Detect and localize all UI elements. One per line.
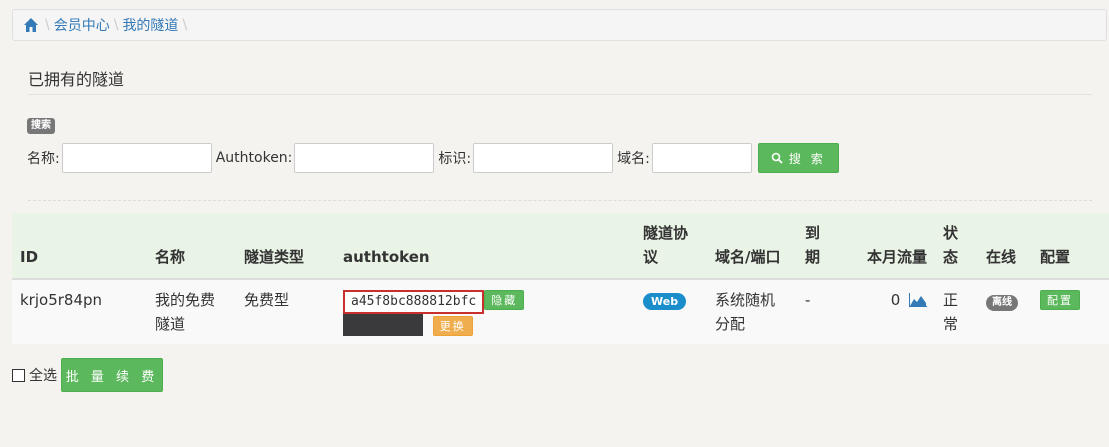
col-id: ID xyxy=(12,213,147,280)
col-config: 配置 xyxy=(1032,213,1109,280)
tunnel-domain: 系统随机分配 xyxy=(707,279,797,344)
col-type: 隧道类型 xyxy=(236,213,335,280)
breadcrumb-member-center[interactable]: 会员中心 xyxy=(54,15,110,35)
search-button[interactable]: 搜 索 xyxy=(757,143,839,173)
col-domain: 域名/端口 xyxy=(707,213,797,280)
protocol-cell: Web xyxy=(635,279,707,344)
breadcrumb-my-tunnels[interactable]: 我的隧道 xyxy=(122,15,178,35)
breadcrumb: \ 会员中心 \ 我的隧道 \ xyxy=(12,9,1107,41)
name-input[interactable] xyxy=(61,143,212,173)
change-token-button[interactable]: 更换 xyxy=(432,316,473,336)
breadcrumb-separator: \ xyxy=(182,17,188,33)
home-icon[interactable] xyxy=(23,17,41,33)
domain-input[interactable] xyxy=(651,143,752,173)
col-status: 状态 xyxy=(935,213,979,280)
breadcrumb-separator: \ xyxy=(113,17,119,33)
divider xyxy=(28,94,1092,95)
tunnel-type: 免费型 xyxy=(236,279,335,344)
identifier-label: 标识: xyxy=(438,151,472,167)
table-header-row: ID 名称 隧道类型 authtoken 隧道协议 域名/端口 到期 本月流量 … xyxy=(12,213,1109,280)
tunnel-expiry: - xyxy=(797,279,829,344)
online-badge: 离线 xyxy=(986,295,1019,311)
search-badge: 搜索 xyxy=(27,118,55,134)
col-expiry: 到期 xyxy=(797,213,829,280)
config-cell: 配置 xyxy=(1032,279,1109,344)
search-form: 名称: Authtoken: 标识: 域名: 搜 索 xyxy=(27,143,839,173)
name-label: 名称: xyxy=(27,151,60,167)
authtoken-input[interactable] xyxy=(294,143,435,173)
search-icon xyxy=(771,152,783,164)
domain-label: 域名: xyxy=(617,151,650,167)
col-authtoken: authtoken xyxy=(335,213,635,280)
hide-token-button[interactable]: 隐藏 xyxy=(484,290,525,310)
traffic-value: 0 xyxy=(890,291,901,309)
select-all-checkbox[interactable] xyxy=(12,368,25,382)
col-name: 名称 xyxy=(147,213,236,280)
batch-renew-button[interactable]: 批 量 续 费 xyxy=(61,358,163,392)
traffic-cell: 0 xyxy=(828,279,936,344)
tunnel-status: 正常 xyxy=(935,279,979,344)
tunnel-table: ID 名称 隧道类型 authtoken 隧道协议 域名/端口 到期 本月流量 … xyxy=(12,213,1109,344)
tunnel-id: krjo5r84pn xyxy=(12,279,147,344)
breadcrumb-separator: \ xyxy=(45,17,50,33)
batch-actions: 全选 批 量 续 费 xyxy=(12,358,163,392)
tunnel-name: 我的免费隧道 xyxy=(147,279,236,344)
config-button[interactable]: 配置 xyxy=(1040,290,1081,310)
authtoken-value: a45f8bc888812bfc xyxy=(343,290,485,314)
table-row: krjo5r84pn 我的免费隧道 免费型 a45f8bc888812bfc 隐藏… xyxy=(12,279,1109,344)
search-button-label: 搜 索 xyxy=(788,151,826,166)
col-protocol: 隧道协议 xyxy=(635,213,707,280)
protocol-badge: Web xyxy=(643,293,687,310)
identifier-input[interactable] xyxy=(473,143,614,173)
page-title: 已拥有的隧道 xyxy=(28,70,125,89)
authtoken-label: Authtoken: xyxy=(215,150,293,166)
redacted-block xyxy=(343,314,423,336)
authtoken-cell: a45f8bc888812bfc 隐藏 更换 xyxy=(335,279,635,344)
divider xyxy=(28,200,1092,201)
col-traffic: 本月流量 xyxy=(828,213,936,280)
online-cell: 离线 xyxy=(978,279,1033,344)
col-online: 在线 xyxy=(978,213,1033,280)
select-all-label: 全选 xyxy=(29,368,57,384)
chart-icon[interactable] xyxy=(909,290,928,314)
